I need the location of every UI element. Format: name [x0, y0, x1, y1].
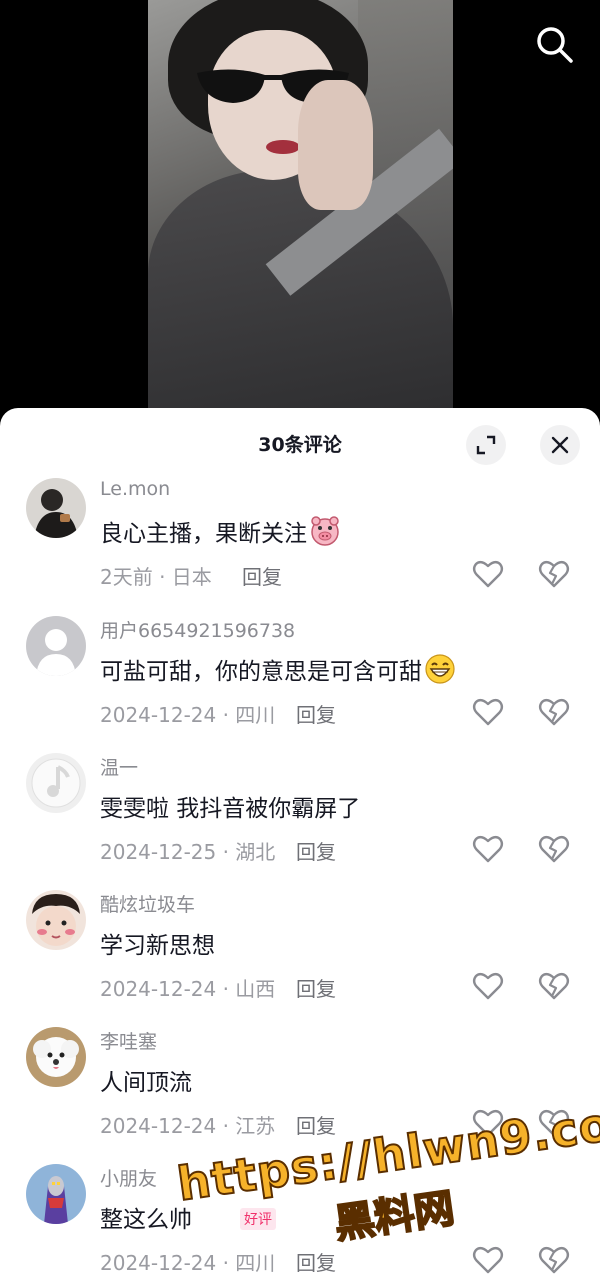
comment-meta: 2天前 · 日本 [100, 565, 212, 589]
person-hand [298, 80, 373, 210]
comment-text-body: 人间顶流 [100, 1070, 192, 1096]
comment-text-body: 良心主播，果断关注 [100, 521, 307, 547]
username[interactable]: 李哇塞 [100, 1027, 157, 1054]
broken-heart-icon[interactable] [538, 558, 570, 590]
broken-heart-icon[interactable] [538, 1244, 570, 1276]
grinning-face-emoji [425, 654, 455, 684]
heart-icon[interactable] [472, 833, 504, 865]
avatar[interactable] [26, 753, 86, 813]
comment-text: 雯雯啦 我抖音被你霸屏了 [100, 789, 360, 823]
comment-text-body: 雯雯啦 我抖音被你霸屏了 [100, 796, 361, 822]
white-dog-avatar-icon [26, 1027, 86, 1087]
heart-icon[interactable] [472, 970, 504, 1002]
expand-button[interactable] [466, 425, 506, 465]
comments-sheet: 30条评论 Le.mon 良心主播，果断关注 2天前 · 日本 回复 用户665… [0, 408, 600, 1280]
expand-icon [476, 435, 496, 455]
search-icon[interactable] [534, 24, 574, 64]
heart-icon[interactable] [472, 1244, 504, 1276]
avatar[interactable] [26, 1027, 86, 1087]
comment-text-body: 整这么帅 [100, 1207, 192, 1233]
comment-text-body: 学习新思想 [100, 933, 215, 959]
broken-heart-icon[interactable] [538, 833, 570, 865]
avatar-image [26, 478, 86, 538]
comment-text: 人间顶流 [100, 1063, 192, 1097]
comment-item: 酷炫垃圾车 学习新思想 2024-12-24 · 山西 回复 [0, 890, 600, 1027]
heart-icon[interactable] [472, 558, 504, 590]
reply-button[interactable]: 回复 [296, 836, 336, 865]
username[interactable]: 酷炫垃圾车 [100, 890, 195, 917]
username[interactable]: 温一 [100, 753, 138, 780]
music-note-avatar-icon [26, 753, 86, 813]
heart-icon[interactable] [472, 696, 504, 728]
hero-figure-avatar-icon [26, 1164, 86, 1224]
reply-button[interactable]: 回复 [296, 1247, 336, 1276]
avatar[interactable] [26, 890, 86, 950]
comment-text: 良心主播，果断关注 [100, 514, 341, 548]
username[interactable]: Le.mon [100, 478, 170, 500]
comment-item: Le.mon 良心主播，果断关注 2天前 · 日本 回复 [0, 478, 600, 615]
comments-header: 30条评论 [0, 408, 600, 480]
comment-badge: 好评 [240, 1208, 276, 1230]
username[interactable]: 小朋友 [100, 1164, 157, 1191]
avatar[interactable] [26, 478, 86, 538]
comment-meta: 2024-12-24 · 山西 [100, 977, 276, 1001]
cartoon-face-avatar-icon [26, 890, 86, 950]
username[interactable]: 用户6654921596738 [100, 616, 295, 643]
comment-text-body: 可盐可甜，你的意思是可含可甜 [100, 659, 422, 685]
comment-meta: 2024-12-24 · 江苏 [100, 1114, 276, 1138]
person-lips [266, 140, 300, 154]
comment-text: 整这么帅 [100, 1200, 192, 1234]
comment-text: 可盐可甜，你的意思是可含可甜 [100, 652, 456, 686]
avatar[interactable] [26, 1164, 86, 1224]
broken-heart-icon[interactable] [538, 970, 570, 1002]
comment-text: 学习新思想 [100, 926, 215, 960]
reply-button[interactable]: 回复 [242, 561, 282, 590]
avatar[interactable] [26, 616, 86, 676]
comment-meta: 2024-12-24 · 四川 [100, 703, 276, 727]
close-button[interactable] [540, 425, 580, 465]
comment-item: 小朋友 整这么帅 2024-12-24 · 四川 回复 [0, 1164, 600, 1280]
reply-button[interactable]: 回复 [296, 1110, 336, 1139]
reply-button[interactable]: 回复 [296, 699, 336, 728]
close-icon [551, 436, 569, 454]
default-avatar-icon [26, 616, 86, 676]
broken-heart-icon[interactable] [538, 1107, 570, 1139]
comment-item: 李哇塞 人间顶流 2024-12-24 · 江苏 回复 [0, 1027, 600, 1164]
video-player[interactable] [0, 0, 600, 420]
comment-meta: 2024-12-24 · 四川 [100, 1251, 276, 1275]
video-frame[interactable] [148, 0, 453, 420]
comment-item: 用户6654921596738 可盐可甜，你的意思是可含可甜 2024-12-2… [0, 616, 600, 753]
comment-count-title: 30条评论 [258, 434, 342, 456]
comment-item: 温一 雯雯啦 我抖音被你霸屏了 2024-12-25 · 湖北 回复 [0, 753, 600, 890]
heart-icon[interactable] [472, 1107, 504, 1139]
comment-meta: 2024-12-25 · 湖北 [100, 840, 276, 864]
broken-heart-icon[interactable] [538, 696, 570, 728]
pig-face-emoji [311, 516, 339, 546]
reply-button[interactable]: 回复 [296, 973, 336, 1002]
